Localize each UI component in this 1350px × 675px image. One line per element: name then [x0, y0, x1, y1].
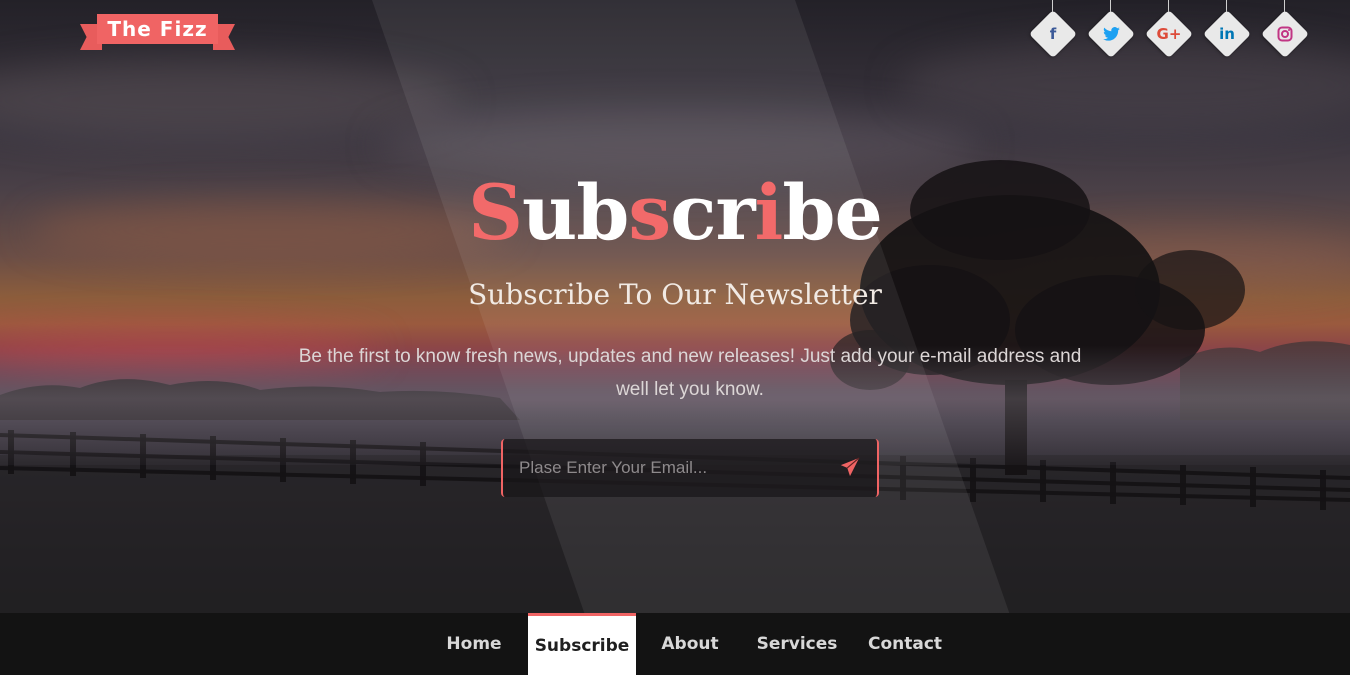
hero-description: Be the first to know fresh news, updates…: [298, 346, 1082, 400]
brand-logo[interactable]: The Fizz: [80, 12, 235, 52]
instagram-icon: [1260, 22, 1310, 46]
facebook-link[interactable]: f: [1028, 0, 1078, 62]
nav-home[interactable]: Home: [436, 613, 512, 675]
email-input[interactable]: [519, 453, 819, 483]
main-navigation: Home Subscribe About Services Contact: [0, 613, 1350, 675]
social-links: f G+ in: [1028, 0, 1318, 62]
page-title: Subscribe: [468, 168, 883, 257]
paper-plane-icon: [840, 456, 860, 476]
instagram-link[interactable]: [1260, 0, 1310, 62]
twitter-icon: [1086, 22, 1136, 46]
nav-contact[interactable]: Contact: [860, 613, 950, 675]
subscribe-form: [501, 439, 879, 497]
google-plus-icon: G+: [1156, 25, 1182, 43]
page-subtitle: Subscribe To Our Newsletter: [468, 278, 882, 311]
facebook-icon: f: [1049, 25, 1057, 43]
logo-text: The Fizz: [97, 14, 218, 44]
linkedin-icon: in: [1219, 25, 1235, 43]
twitter-link[interactable]: [1086, 0, 1136, 62]
nav-about[interactable]: About: [652, 613, 728, 675]
google-plus-link[interactable]: G+: [1144, 0, 1194, 62]
send-button[interactable]: [837, 455, 863, 481]
nav-services[interactable]: Services: [748, 613, 846, 675]
nav-subscribe[interactable]: Subscribe: [528, 613, 636, 675]
linkedin-link[interactable]: in: [1202, 0, 1252, 62]
